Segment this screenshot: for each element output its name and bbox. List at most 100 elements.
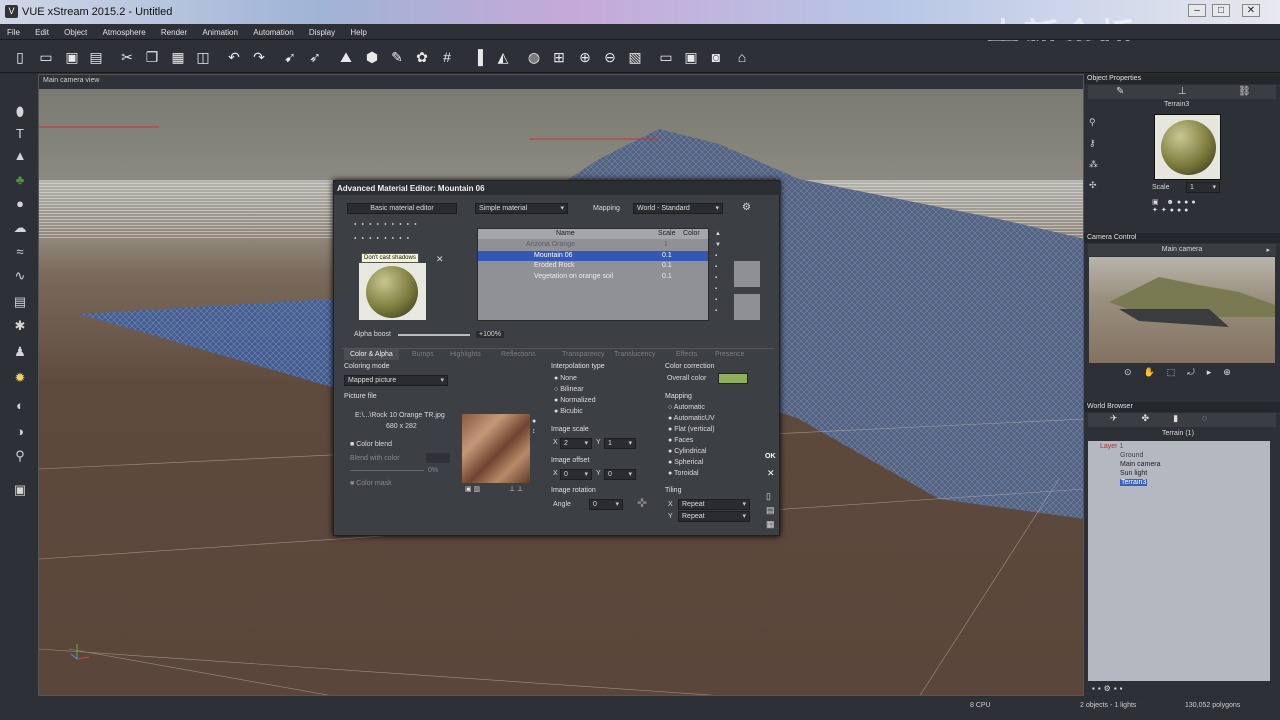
pointer-icon[interactable]: ➶ xyxy=(305,47,325,67)
menu-object[interactable]: Object xyxy=(57,24,93,37)
import-icon[interactable]: ▣ xyxy=(10,482,30,500)
menu-atmosphere[interactable]: Atmosphere xyxy=(96,24,152,37)
color-swatch-1[interactable] xyxy=(734,261,760,287)
paste-icon[interactable]: ▦ xyxy=(168,47,188,67)
layer-row-selected[interactable]: Mountain 06 0.1 xyxy=(478,251,708,261)
ball-icon[interactable]: ◐ xyxy=(10,398,30,416)
material-type-select[interactable]: Simple material xyxy=(475,203,568,214)
overall-color-swatch[interactable] xyxy=(718,373,748,384)
tab-color-alpha[interactable]: Color & Alpha xyxy=(344,349,399,360)
cloud-icon[interactable]: ☁ xyxy=(10,220,30,238)
redo-icon[interactable]: ↷ xyxy=(249,47,269,67)
save-as-icon[interactable]: ▤ xyxy=(86,47,106,67)
tiling-y-select[interactable]: Repeat xyxy=(678,511,750,522)
material-icon[interactable]: ✿ xyxy=(412,47,432,67)
scale-y-input[interactable]: 1 xyxy=(604,438,636,449)
grid-icon[interactable]: # xyxy=(437,47,457,67)
menu-help[interactable]: Help xyxy=(343,24,372,37)
text-icon[interactable]: T xyxy=(10,126,30,144)
select-icon[interactable]: ➹ xyxy=(280,47,300,67)
tab-axis-icon[interactable]: ⊥ xyxy=(1178,86,1187,97)
water-icon[interactable]: ≈ xyxy=(10,244,30,262)
alpha-boost-slider[interactable] xyxy=(398,334,470,336)
paint-icon[interactable]: ✎ xyxy=(387,47,407,67)
render-options-icon[interactable]: ◙ xyxy=(706,47,726,67)
tab-transparency[interactable]: Transparency xyxy=(556,349,611,360)
snap-icon[interactable]: ⊞ xyxy=(549,47,569,67)
scale-x-input[interactable]: 2 xyxy=(560,438,592,449)
terrain-icon[interactable]: ⛰ xyxy=(336,47,356,67)
rock-icon[interactable]: ● xyxy=(10,196,30,214)
preview-toolbar-icons[interactable]: ⬩⬩⬩⬩⬩⬩⬩⬩⬩ xyxy=(354,221,454,231)
property-side-icons[interactable]: ⚲ ⚷ ⁂ ✣ xyxy=(1089,112,1098,196)
settings-gear-icon[interactable]: ⚙ xyxy=(742,202,751,213)
mapping-select[interactable]: World - Standard xyxy=(633,203,723,214)
world-browser-tabs[interactable]: ✈✤▮◌ xyxy=(1088,413,1276,427)
screenshot-icon[interactable]: ⌂ xyxy=(732,47,752,67)
mountain-icon[interactable]: ▲ xyxy=(10,148,30,166)
color-mask-checkbox[interactable]: ■ Color mask xyxy=(350,480,392,487)
mapping-cylindrical[interactable]: ● Cylindrical xyxy=(668,448,706,455)
globe-icon[interactable]: ◍ xyxy=(524,47,544,67)
link-icon[interactable]: ⚲ xyxy=(10,448,30,466)
mapping-automatic[interactable]: ○ Automatic xyxy=(668,404,705,411)
basic-material-editor-button[interactable]: Basic material editor xyxy=(347,203,457,214)
mapping-flat[interactable]: ● Flat (vertical) xyxy=(668,426,715,433)
offset-x-input[interactable]: 0 xyxy=(560,469,592,480)
texture-side-icons[interactable]: ● ↕ xyxy=(532,417,536,437)
mapping-spherical[interactable]: ● Spherical xyxy=(668,459,703,466)
object-material-preview[interactable] xyxy=(1154,114,1221,180)
interp-normalized[interactable]: ● Normalized xyxy=(554,397,596,404)
layer-row[interactable]: Arizona Orange 1 xyxy=(478,240,708,250)
save-icon[interactable]: ▣ xyxy=(62,47,82,67)
camera-control-icons[interactable]: ⊙✋⬚⤾▸⊕ xyxy=(1124,367,1264,378)
angle-input[interactable]: 0 xyxy=(589,499,623,510)
color-swatch-2[interactable] xyxy=(734,294,760,320)
cylinder-icon[interactable]: ⬮ xyxy=(10,104,30,122)
figure-icon[interactable]: ♟ xyxy=(10,344,30,362)
blend-color-swatch[interactable] xyxy=(426,453,450,463)
menu-edit[interactable]: Edit xyxy=(28,24,55,37)
tiling-x-select[interactable]: Repeat xyxy=(678,499,750,510)
coloring-mode-select[interactable]: Mapped picture xyxy=(344,375,448,386)
stack-icon[interactable]: ▤ xyxy=(10,294,30,312)
tree-icon[interactable]: ♣ xyxy=(10,172,30,190)
layer-row[interactable]: Vegetation on orange soil 0.1 xyxy=(478,272,708,282)
texture-thumbnail[interactable] xyxy=(462,414,530,483)
light-icon[interactable]: ✹ xyxy=(10,370,30,388)
copy-icon[interactable]: ❐ xyxy=(142,47,162,67)
editor-side-icons[interactable]: ▯ ▤ ▦ xyxy=(766,489,775,531)
render-icon[interactable]: ▣ xyxy=(681,47,701,67)
tab-highlights[interactable]: Highlights xyxy=(444,349,487,360)
preview-toolbar-icons-2[interactable]: ⬩⬩⬩⬩⬩⬩⬩⬩ xyxy=(354,235,454,245)
minimize-button[interactable]: – xyxy=(1188,4,1206,17)
offset-y-input[interactable]: 0 xyxy=(604,469,636,480)
object-tool-icons[interactable]: ▣ ☻●●● ✦✦●●● xyxy=(1152,198,1222,222)
interp-none[interactable]: ● None xyxy=(554,375,577,382)
menu-display[interactable]: Display xyxy=(302,24,341,37)
object-icon[interactable]: ⬢ xyxy=(362,47,382,67)
world-browser-tools[interactable]: ▪▪⚙▪▪ xyxy=(1092,684,1126,693)
mapping-toroidal[interactable]: ● Toroidal xyxy=(668,470,699,477)
new-icon[interactable]: ▯ xyxy=(10,47,30,67)
interp-bicubic[interactable]: ● Bicubic xyxy=(554,408,583,415)
frame-icon[interactable]: ▧ xyxy=(625,47,645,67)
tab-translucency[interactable]: Translucency xyxy=(608,349,661,360)
menu-animation[interactable]: Animation xyxy=(195,24,244,37)
alpha-boost-value[interactable]: +100% xyxy=(476,331,504,338)
tree-item-ground[interactable]: Ground xyxy=(1120,452,1143,459)
plant-icon[interactable]: ✱ xyxy=(10,318,30,336)
picture-file-path[interactable]: E:\...\Rock 10 Orange TR.jpg xyxy=(355,412,445,419)
align-icon[interactable]: ▐ xyxy=(468,47,488,67)
menu-file[interactable]: File xyxy=(0,24,26,37)
tab-bumps[interactable]: Bumps xyxy=(406,349,440,360)
tree-item-sunlight[interactable]: Sun light xyxy=(1120,470,1147,477)
cancel-icon[interactable]: ✕ xyxy=(767,468,775,479)
texture-tools[interactable]: ▣ ▥ xyxy=(465,485,480,493)
path-icon[interactable]: ∿ xyxy=(10,268,30,286)
cut-icon[interactable]: ✂ xyxy=(117,47,137,67)
zoom-in-icon[interactable]: ⊕ xyxy=(575,47,595,67)
texture-tools-2[interactable]: ⊥ ⊥ xyxy=(509,485,523,493)
open-icon[interactable]: ▭ xyxy=(36,47,56,67)
duplicate-icon[interactable]: ◫ xyxy=(193,47,213,67)
